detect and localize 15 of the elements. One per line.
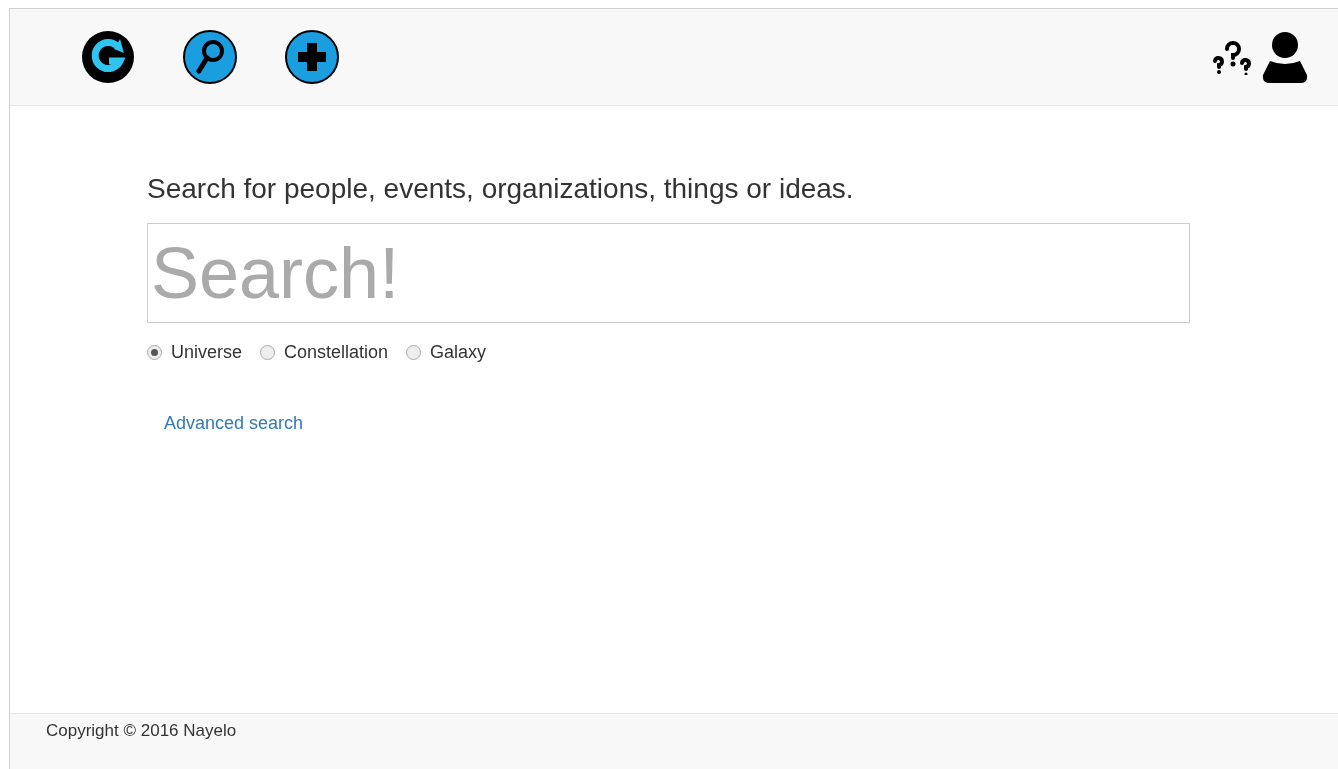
radio-label[interactable]: Galaxy (430, 339, 487, 366)
add-icon[interactable] (284, 29, 340, 85)
help-icon[interactable] (1212, 39, 1254, 75)
search-prompt: Search for people, events, organizations, things or ideas. (147, 172, 855, 206)
search-icon[interactable] (182, 29, 238, 85)
radio-button[interactable] (260, 345, 276, 360)
advanced-search-link[interactable]: Advanced search (164, 410, 304, 437)
radio-button[interactable] (406, 345, 422, 360)
radio-button[interactable] (147, 345, 162, 360)
copyright-text: Copyright © 2016 Nayelo (46, 721, 237, 740)
user-icon[interactable] (1262, 31, 1308, 83)
search-field[interactable]: Search! (147, 223, 1190, 323)
logo-icon[interactable] (80, 29, 136, 85)
radio-label[interactable]: Constellation (284, 339, 389, 366)
radio-label[interactable]: Universe (171, 339, 243, 366)
